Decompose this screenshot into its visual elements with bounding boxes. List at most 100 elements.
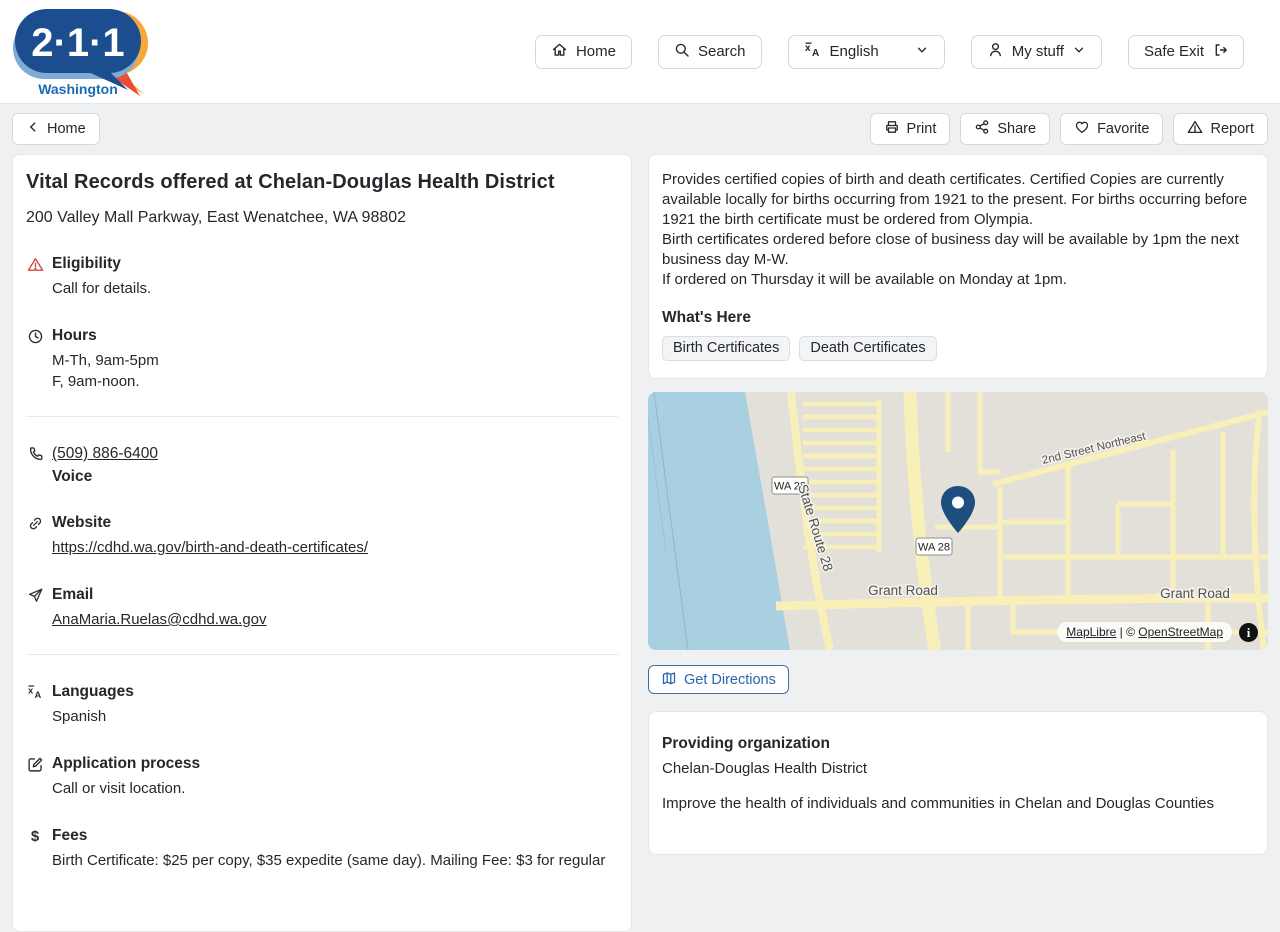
application-label: Application process: [52, 755, 201, 772]
language-select[interactable]: x A English: [787, 34, 945, 69]
right-column: Provides certified copies of birth and d…: [648, 154, 1268, 855]
share-label: Share: [997, 121, 1037, 137]
website-section: Website https://cdhd.wa.gov/birth-and-de…: [26, 514, 618, 558]
phone-section: (509) 886-6400 Voice: [26, 445, 618, 486]
description-paragraph: Birth certificates ordered before close …: [662, 231, 1239, 268]
hours-line1: M-Th, 9am-5pm: [52, 352, 159, 369]
heart-icon: [1074, 119, 1090, 139]
fees-section: $ Fees Birth Certificate: $25 per copy, …: [26, 827, 618, 871]
languages-section: x A Languages Spanish: [26, 683, 618, 727]
divider: [26, 416, 618, 417]
fees-label: Fees: [52, 827, 88, 844]
search-button[interactable]: Search: [657, 34, 762, 69]
map-icon: [661, 670, 677, 690]
application-section: Application process Call or visit locati…: [26, 755, 618, 799]
site-header: 2·1·1 Washington Home Search x A English…: [0, 0, 1280, 104]
map-label-grant-road: Grant Road: [1160, 586, 1230, 601]
page-toolbar: Home Print Share Favorite Report: [12, 113, 1268, 145]
share-button[interactable]: Share: [960, 113, 1051, 145]
get-directions-label: Get Directions: [684, 671, 776, 688]
description-paragraph: If ordered on Thursday it will be availa…: [662, 271, 1067, 288]
my-stuff-label: My stuff: [1011, 43, 1064, 60]
map-label-grant-road: Grant Road: [868, 583, 938, 598]
eligibility-warning-icon: [26, 255, 44, 299]
svg-text:x: x: [805, 43, 811, 54]
home-button[interactable]: Home: [534, 34, 632, 69]
map-attribution: MapLibre | © OpenStreetMap: [1057, 622, 1232, 642]
provider-name: Chelan-Douglas Health District: [662, 760, 868, 777]
back-home-label: Home: [47, 121, 86, 137]
translate-icon: x A: [26, 683, 44, 727]
application-value: Call or visit location.: [52, 780, 186, 797]
link-icon: [26, 514, 44, 558]
my-stuff-button[interactable]: My stuff: [970, 34, 1102, 69]
description-card: Provides certified copies of birth and d…: [648, 154, 1268, 379]
search-icon: [674, 42, 690, 62]
openstreetmap-link[interactable]: OpenStreetMap: [1138, 625, 1223, 639]
translate-icon: x A: [804, 41, 822, 62]
eligibility-section: Eligibility Call for details.: [26, 255, 618, 299]
whats-here-heading: What's Here: [662, 309, 751, 326]
report-label: Report: [1210, 121, 1254, 137]
211-washington-logo[interactable]: 2·1·1 Washington: [12, 6, 162, 98]
email-link[interactable]: AnaMaria.Ruelas@cdhd.wa.gov: [52, 611, 267, 628]
attribution-separator: | ©: [1116, 625, 1139, 639]
map-shield-wa28: WA 28: [915, 537, 953, 556]
languages-label: Languages: [52, 683, 134, 700]
dollar-icon: $: [30, 828, 40, 845]
provider-heading: Providing organization: [662, 735, 830, 752]
website-label: Website: [52, 514, 112, 531]
eligibility-value: Call for details.: [52, 280, 152, 297]
fees-value: Birth Certificate: $25 per copy, $35 exp…: [52, 852, 606, 869]
warning-icon: [1187, 119, 1203, 139]
safe-exit-button[interactable]: Safe Exit: [1127, 34, 1244, 69]
phone-link[interactable]: (509) 886-6400: [52, 445, 158, 462]
search-label: Search: [697, 43, 746, 60]
languages-value: Spanish: [52, 708, 107, 725]
printer-icon: [884, 119, 900, 139]
share-icon: [974, 119, 990, 139]
email-section: Email AnaMaria.Ruelas@cdhd.wa.gov: [26, 586, 618, 630]
favorite-button[interactable]: Favorite: [1060, 113, 1164, 145]
home-icon: [551, 41, 568, 62]
print-button[interactable]: Print: [869, 113, 951, 145]
report-button[interactable]: Report: [1173, 113, 1268, 145]
logo-number: 2·1·1: [31, 21, 124, 65]
page-main: Home Print Share Favorite Report Vital R…: [0, 104, 1280, 932]
header-nav: Home Search x A English My stuff Safe Ex…: [534, 34, 1244, 69]
email-label: Email: [52, 586, 94, 603]
hours-label: Hours: [52, 327, 97, 344]
home-label: Home: [575, 43, 616, 60]
location-map[interactable]: WA 28 WA 28 State Route 28 2nd Street No…: [648, 392, 1268, 650]
chevron-down-icon: [1072, 43, 1086, 61]
print-label: Print: [906, 121, 937, 137]
content-columns: Vital Records offered at Chelan-Douglas …: [12, 154, 1268, 932]
svg-text:A: A: [34, 689, 41, 700]
map-canvas: WA 28 WA 28 State Route 28 2nd Street No…: [648, 392, 1268, 650]
svg-text:WA 28: WA 28: [918, 542, 950, 554]
favorite-label: Favorite: [1097, 121, 1150, 137]
provider-description: Improve the health of individuals and co…: [662, 795, 1214, 812]
safe-exit-label: Safe Exit: [1143, 43, 1204, 60]
eligibility-label: Eligibility: [52, 255, 121, 272]
divider: [26, 654, 618, 655]
language-label: English: [829, 43, 879, 60]
website-link[interactable]: https://cdhd.wa.gov/birth-and-death-cert…: [52, 539, 368, 556]
exit-icon: [1212, 42, 1228, 62]
get-directions-button[interactable]: Get Directions: [648, 665, 789, 694]
chevron-down-icon: [915, 43, 929, 61]
hours-section: Hours M-Th, 9am-5pm F, 9am-noon.: [26, 327, 618, 392]
edit-icon: [26, 755, 44, 799]
map-info-icon[interactable]: i: [1239, 623, 1258, 642]
hours-line2: F, 9am-noon.: [52, 373, 140, 390]
service-details-card: Vital Records offered at Chelan-Douglas …: [12, 154, 632, 932]
service-address: 200 Valley Mall Parkway, East Wenatchee,…: [26, 209, 407, 226]
back-home-button[interactable]: Home: [12, 113, 100, 145]
record-actions: Print Share Favorite Report: [869, 113, 1268, 145]
description-paragraph: Provides certified copies of birth and d…: [662, 171, 1248, 228]
whats-here-tags: Birth Certificates Death Certificates: [662, 336, 1254, 361]
provider-card: Providing organization Chelan-Douglas He…: [648, 711, 1268, 855]
page-title: Vital Records offered at Chelan-Douglas …: [26, 171, 555, 193]
maplibre-link[interactable]: MapLibre: [1066, 625, 1116, 639]
phone-type: Voice: [52, 468, 93, 485]
